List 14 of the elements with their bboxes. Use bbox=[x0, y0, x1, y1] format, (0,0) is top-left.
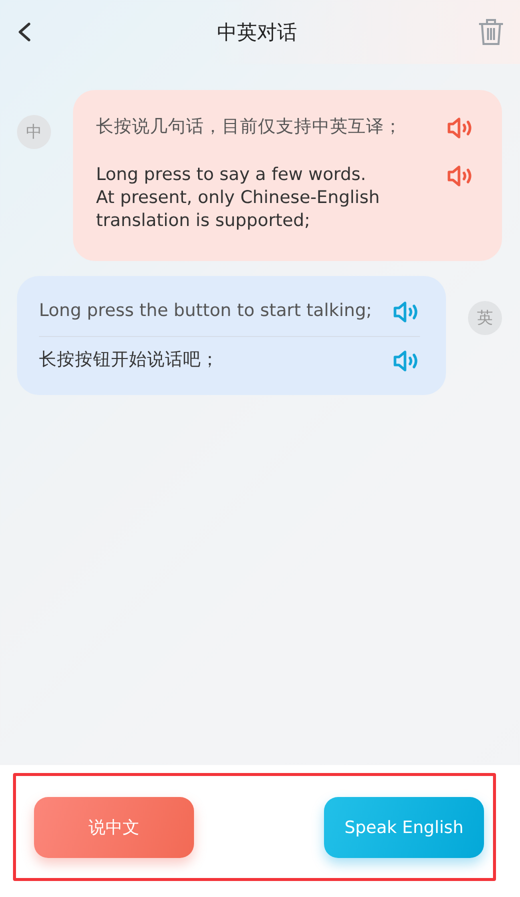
trash-icon[interactable] bbox=[478, 18, 504, 46]
avatar: 中 bbox=[17, 115, 51, 149]
speak-button[interactable]: Speak English bbox=[324, 797, 484, 858]
message-text: 长按说几句话，目前仅支持中英互译； bbox=[96, 116, 403, 139]
speaker-icon[interactable] bbox=[392, 300, 420, 324]
message-text: Long press to say a few words. At present, only Chinese-English translation is supported; bbox=[96, 164, 381, 233]
message-text: Long press the button to start talking; bbox=[39, 300, 373, 323]
speaker-icon[interactable] bbox=[446, 116, 474, 140]
avatar: 英 bbox=[468, 301, 502, 335]
speaker-icon[interactable] bbox=[392, 349, 420, 373]
page-title: 中英对话 bbox=[217, 18, 297, 46]
message-text: 长按按钮开始说话吧； bbox=[39, 349, 220, 372]
speak-button[interactable]: 说中文 bbox=[34, 797, 194, 858]
speaker-icon[interactable] bbox=[446, 164, 474, 188]
